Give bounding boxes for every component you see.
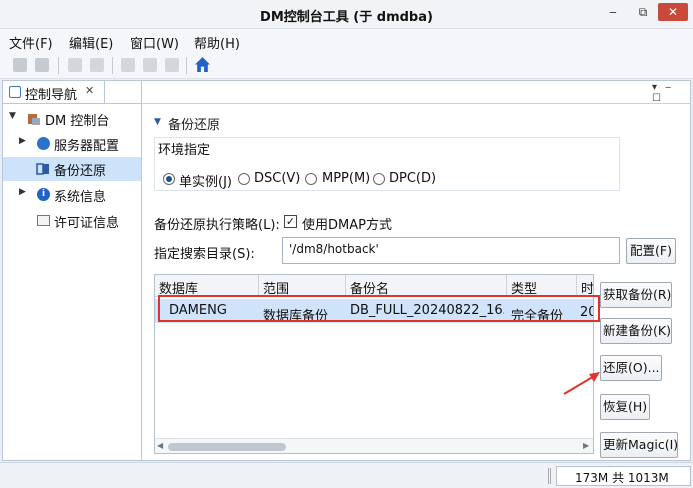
tab-label: 控制导航 <box>25 88 78 103</box>
divider <box>3 103 141 104</box>
column-header[interactable]: 备份名 <box>346 275 507 297</box>
column-header[interactable]: 范围 <box>259 275 346 297</box>
backup-restore-panel: ▾‒☐ ▼ 备份还原 环境指定 单实例(J) DSC(V) MPP(M) DPC… <box>142 80 691 461</box>
menu-window[interactable]: 窗口(W) <box>130 33 179 52</box>
info-icon: i <box>37 188 50 201</box>
paste-icon[interactable] <box>165 58 179 72</box>
section-collapse-icon[interactable]: ▼ <box>154 117 161 127</box>
tree-item-label: 许可证信息 <box>54 216 120 231</box>
toolbar <box>0 53 693 79</box>
horizontal-scrollbar[interactable]: ◀ ▶ <box>155 438 593 453</box>
menu-edit[interactable]: 编辑(E) <box>69 33 113 52</box>
toolbar-separator <box>112 57 113 74</box>
expanded-arrow-icon[interactable]: ▼ <box>9 111 16 121</box>
redo-icon[interactable] <box>90 58 104 72</box>
window-title: DM控制台工具 (于 dmdba) <box>260 10 433 25</box>
dmap-checkbox[interactable]: ✓ <box>284 215 297 228</box>
save-all-icon[interactable] <box>35 58 49 72</box>
license-icon <box>37 215 50 226</box>
search-dir-label: 指定搜索目录(S): <box>154 247 255 262</box>
minimize-button[interactable]: ‒ <box>602 3 624 21</box>
title-bar: DM控制台工具 (于 dmdba) ‒ ⧉ ✕ <box>0 0 693 29</box>
scroll-left-icon[interactable]: ◀ <box>157 441 163 450</box>
menu-bar: 文件(F) 编辑(E) 窗口(W) 帮助(H) <box>0 29 693 53</box>
tree-item-server-config[interactable]: ▶ 服务器配置 <box>3 132 141 156</box>
env-label: 环境指定 <box>158 143 211 158</box>
restore-button[interactable]: 还原(O)... <box>600 355 662 381</box>
gear-icon <box>37 137 50 150</box>
tree-item-label: 备份还原 <box>54 164 107 179</box>
section-header[interactable]: ▼ 备份还原 <box>154 114 220 133</box>
column-header[interactable]: 类型 <box>507 275 577 297</box>
strategy-label: 备份还原执行策略(L): <box>154 218 280 233</box>
database-icon <box>28 114 40 125</box>
tree-item-license[interactable]: 许可证信息 <box>3 209 141 233</box>
status-separator <box>548 468 551 484</box>
scroll-right-icon[interactable]: ▶ <box>583 441 589 450</box>
backup-icon <box>36 163 49 175</box>
view-menu-controls[interactable]: ▾‒☐ <box>652 82 690 104</box>
collapsed-arrow-icon[interactable]: ▶ <box>19 187 26 197</box>
radio-label[interactable]: DSC(V) <box>254 171 300 186</box>
undo-icon[interactable] <box>68 58 82 72</box>
scroll-thumb[interactable] <box>168 443 286 451</box>
toolbar-separator <box>58 57 59 74</box>
update-magic-button[interactable]: 更新Magic(I) <box>600 432 678 458</box>
save-icon[interactable] <box>13 58 27 72</box>
selected-row-highlight <box>158 295 600 322</box>
section-title: 备份还原 <box>168 118 221 133</box>
tree-item-label: 服务器配置 <box>54 139 120 154</box>
status-bar: 173M 共 1013M <box>0 462 693 488</box>
tab-control-nav[interactable]: 控制导航 ✕ <box>3 81 105 103</box>
tree-item-label: DM 控制台 <box>45 114 110 129</box>
search-dir-input[interactable]: '/dm8/hotback' <box>282 237 620 264</box>
radio-dpc[interactable] <box>373 173 385 185</box>
column-header[interactable]: 时 <box>577 275 593 297</box>
nav-tab-icon <box>9 86 21 98</box>
tab-close-icon[interactable]: ✕ <box>85 84 94 97</box>
tree-item-dm-console[interactable]: ▼ DM 控制台 <box>3 107 141 131</box>
tree-item-label: 系统信息 <box>54 190 107 205</box>
maximize-button[interactable]: ⧉ <box>632 3 654 21</box>
menu-file[interactable]: 文件(F) <box>9 33 53 52</box>
divider <box>142 103 690 104</box>
radio-label[interactable]: DPC(D) <box>389 171 436 186</box>
get-backup-button[interactable]: 获取备份(R) <box>600 282 672 308</box>
recover-button[interactable]: 恢复(H) <box>600 394 650 420</box>
radio-label[interactable]: MPP(M) <box>322 171 370 186</box>
navigation-panel: 控制导航 ✕ ▼ DM 控制台 ▶ 服务器配置 备份还原 ▶ i 系统信息 许可… <box>2 80 142 461</box>
menu-help[interactable]: 帮助(H) <box>194 33 240 52</box>
cut-icon[interactable] <box>121 58 135 72</box>
column-header[interactable]: 数据库 <box>155 275 259 297</box>
radio-mpp[interactable] <box>305 173 317 185</box>
home-icon[interactable] <box>194 56 211 73</box>
memory-status[interactable]: 173M 共 1013M <box>556 466 691 486</box>
collapsed-arrow-icon[interactable]: ▶ <box>19 136 26 146</box>
tree-item-system-info[interactable]: ▶ i 系统信息 <box>3 183 141 207</box>
toolbar-separator <box>186 57 187 74</box>
radio-dsc[interactable] <box>238 173 250 185</box>
radio-single-instance[interactable] <box>163 173 175 185</box>
annotation-arrow-icon <box>563 372 600 395</box>
close-button[interactable]: ✕ <box>658 3 688 21</box>
config-button[interactable]: 配置(F) <box>626 238 676 264</box>
radio-label[interactable]: 单实例(J) <box>179 171 232 190</box>
dmap-label[interactable]: 使用DMAP方式 <box>302 214 392 233</box>
new-backup-button[interactable]: 新建备份(K)... <box>600 318 672 344</box>
copy-icon[interactable] <box>143 58 157 72</box>
tree-item-backup-restore[interactable]: 备份还原 <box>3 157 141 181</box>
